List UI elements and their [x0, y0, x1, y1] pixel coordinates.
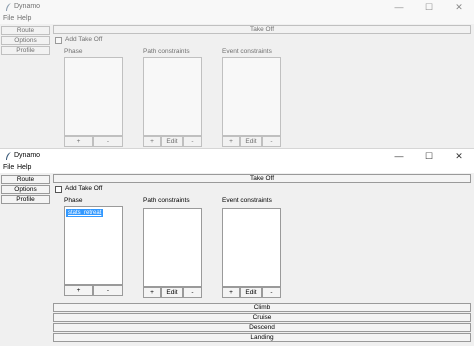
- checkbox-label: Add Take Off: [65, 185, 103, 192]
- title-bar[interactable]: Dynamo — ☐ ✕: [0, 149, 474, 163]
- path-add-button[interactable]: +: [143, 287, 161, 298]
- main-content: Route Options Profile Take Off Add Take …: [0, 173, 474, 346]
- landing-section-button[interactable]: Landing: [53, 333, 471, 342]
- menu-bar: File Help: [0, 14, 474, 24]
- cruise-section-button[interactable]: Cruise: [53, 313, 471, 322]
- phase-add-button[interactable]: +: [64, 285, 93, 296]
- sidebar-profile-button[interactable]: Profile: [1, 195, 50, 204]
- dynamo-window-background: Dynamo — ☐ ✕ File Help Route Options Pro…: [0, 0, 474, 148]
- close-button[interactable]: ✕: [444, 149, 474, 163]
- menu-file[interactable]: File: [3, 164, 14, 171]
- sidebar-profile-button[interactable]: Profile: [1, 46, 50, 55]
- checkbox-box[interactable]: [55, 37, 62, 44]
- event-edit-button[interactable]: Edit: [240, 136, 262, 147]
- sidebar-options-button[interactable]: Options: [1, 36, 50, 45]
- event-constraints-listbox[interactable]: [222, 57, 281, 136]
- path-constraints-listbox[interactable]: [143, 57, 202, 136]
- sidebar: Route Options Profile: [0, 173, 51, 346]
- event-constraints-title: Event constraints: [222, 48, 272, 55]
- climb-section-button[interactable]: Climb: [53, 303, 471, 312]
- phase-listbox[interactable]: stats_retreat: [64, 206, 123, 285]
- descend-section-button[interactable]: Descend: [53, 323, 471, 332]
- path-edit-button[interactable]: Edit: [161, 136, 183, 147]
- event-add-button[interactable]: +: [222, 287, 240, 298]
- phase-list-item[interactable]: stats_retreat: [66, 209, 104, 217]
- path-remove-button[interactable]: -: [183, 287, 202, 298]
- sidebar: Route Options Profile: [0, 24, 51, 148]
- feather-icon: [6, 3, 11, 11]
- path-constraints-listbox[interactable]: [143, 208, 202, 287]
- phase-remove-button[interactable]: -: [93, 136, 123, 147]
- dynamo-window: Dynamo — ☐ ✕ File Help Route Options Pro…: [0, 148, 474, 346]
- phase-title: Phase: [64, 197, 83, 204]
- path-constraints-title: Path constraints: [143, 197, 190, 204]
- menu-file[interactable]: File: [3, 15, 14, 22]
- sidebar-route-button[interactable]: Route: [1, 175, 50, 184]
- checkbox-box[interactable]: [55, 186, 62, 193]
- take-off-section-button[interactable]: Take Off: [53, 174, 471, 183]
- path-edit-button[interactable]: Edit: [161, 287, 183, 298]
- phase-remove-button[interactable]: -: [93, 285, 123, 296]
- sidebar-route-button[interactable]: Route: [1, 26, 50, 35]
- window-title: Dynamo: [14, 152, 41, 159]
- feather-icon: [6, 152, 11, 160]
- take-off-section-button[interactable]: Take Off: [53, 25, 471, 34]
- main-content: Route Options Profile Take Off Add Take …: [0, 24, 474, 148]
- menu-bar: File Help: [0, 163, 474, 173]
- event-constraints-title: Event constraints: [222, 197, 272, 204]
- event-constraints-listbox[interactable]: [222, 208, 281, 287]
- close-button[interactable]: ✕: [444, 0, 474, 14]
- checkbox-label: Add Take Off: [65, 36, 103, 43]
- phase-listbox[interactable]: [64, 57, 123, 136]
- path-remove-button[interactable]: -: [183, 136, 202, 147]
- event-add-button[interactable]: +: [222, 136, 240, 147]
- menu-help[interactable]: Help: [17, 164, 31, 171]
- event-remove-button[interactable]: -: [262, 287, 281, 298]
- sidebar-options-button[interactable]: Options: [1, 185, 50, 194]
- phase-add-button[interactable]: +: [64, 136, 93, 147]
- phase-title: Phase: [64, 48, 83, 55]
- event-edit-button[interactable]: Edit: [240, 287, 262, 298]
- event-remove-button[interactable]: -: [262, 136, 281, 147]
- maximize-button[interactable]: ☐: [414, 149, 444, 163]
- title-bar[interactable]: Dynamo — ☐ ✕: [0, 0, 474, 14]
- menu-help[interactable]: Help: [17, 15, 31, 22]
- path-add-button[interactable]: +: [143, 136, 161, 147]
- minimize-button[interactable]: —: [384, 149, 414, 163]
- maximize-button[interactable]: ☐: [414, 0, 444, 14]
- path-constraints-title: Path constraints: [143, 48, 190, 55]
- window-title: Dynamo: [14, 3, 41, 10]
- minimize-button[interactable]: —: [384, 0, 414, 14]
